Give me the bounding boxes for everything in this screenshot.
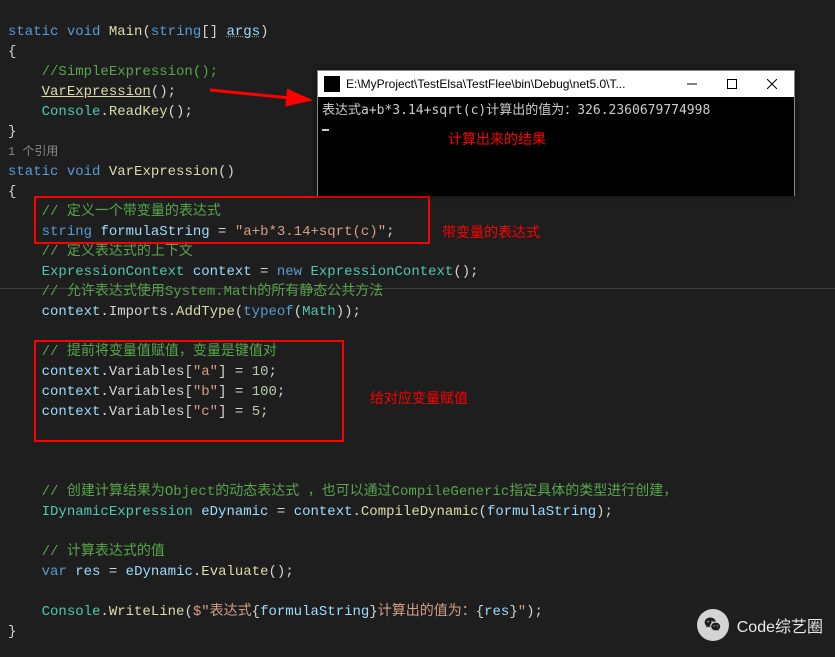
maximize-button[interactable] (712, 71, 752, 97)
console-cursor (322, 129, 329, 131)
console-title: E:\MyProject\TestElsa\TestFlee\bin\Debug… (346, 77, 672, 91)
annotation-result: 计算出来的结果 (448, 129, 546, 149)
console-output[interactable]: 表达式a+b*3.14+sqrt(c)计算出的值为：326.2360679774… (318, 97, 794, 196)
watermark-text: Code综艺圈 (737, 613, 823, 637)
console-window[interactable]: E:\MyProject\TestElsa\TestFlee\bin\Debug… (317, 70, 795, 196)
annotation-assign: 给对应变量赋值 (370, 388, 468, 408)
close-button[interactable] (752, 71, 792, 97)
wechat-icon (697, 609, 729, 641)
annotation-expression: 带变量的表达式 (442, 222, 540, 242)
console-titlebar[interactable]: E:\MyProject\TestElsa\TestFlee\bin\Debug… (318, 71, 794, 97)
editor-divider (0, 288, 835, 289)
minimize-button[interactable] (672, 71, 712, 97)
arrow-annotation (210, 60, 330, 115)
console-icon (324, 76, 340, 92)
watermark: Code综艺圈 (697, 609, 823, 641)
references-link[interactable]: 1 个引用 (8, 145, 58, 159)
